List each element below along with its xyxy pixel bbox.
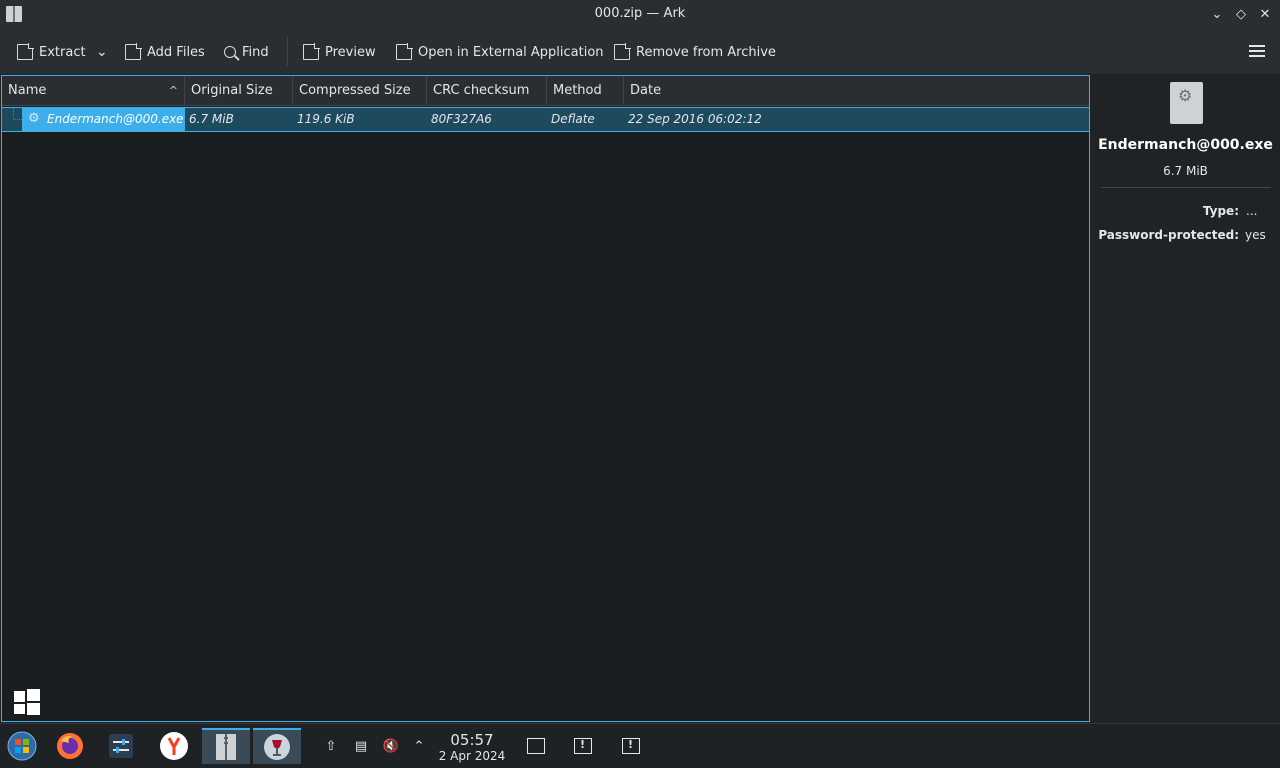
preview-label: Preview: [325, 44, 376, 60]
original-size-cell: 6.7 MiB: [189, 112, 234, 126]
extract-icon: [17, 43, 34, 60]
remove-label: Remove from Archive: [636, 44, 776, 60]
compressed-size-cell: 119.6 KiB: [297, 112, 355, 126]
yandex-browser-taskbar-button[interactable]: [156, 728, 192, 764]
toolbar: Extract ⌄ Add Files Find Preview Open in…: [0, 30, 1280, 74]
open-external-label: Open in External Application: [418, 44, 604, 60]
remove-from-archive-button[interactable]: Remove from Archive: [614, 38, 776, 66]
clock-time: 05:57: [450, 731, 494, 749]
table-header: Name ^ Original Size Compressed Size CRC…: [2, 76, 1089, 106]
info-password-value: yes: [1245, 228, 1266, 242]
clock-date: 2 Apr 2024: [438, 749, 506, 763]
extract-button[interactable]: Extract: [17, 38, 86, 66]
hamburger-menu-icon[interactable]: [1249, 45, 1265, 57]
clock[interactable]: 05:57 2 Apr 2024: [432, 731, 512, 764]
window-title: 000.zip — Ark: [594, 6, 686, 21]
find-label: Find: [242, 44, 269, 60]
info-password-label: Password-protected:: [1098, 228, 1239, 242]
date-cell: 22 Sep 2016 06:02:12: [628, 112, 762, 126]
preview-button[interactable]: Preview: [303, 38, 376, 66]
info-panel: Endermanch@000.exe 6.7 MiB Type: ... Pas…: [1091, 75, 1280, 722]
windows-logo-icon: [14, 689, 40, 715]
executable-file-icon: ⚙: [28, 111, 40, 126]
settings-sliders-icon: [109, 734, 133, 758]
update-notifier-icon[interactable]: ⇧: [322, 738, 340, 756]
yandex-icon: [160, 732, 188, 760]
wine-glass-icon: [264, 734, 290, 760]
executable-file-large-icon: [1170, 82, 1203, 124]
toolbar-separator: [287, 36, 288, 66]
start-button[interactable]: [4, 728, 40, 764]
notification-icon-2[interactable]: [622, 738, 640, 754]
add-files-button[interactable]: Add Files: [125, 38, 205, 66]
clipboard-icon[interactable]: ▤: [352, 738, 370, 756]
open-external-icon: [396, 43, 413, 60]
column-header-date[interactable]: Date: [624, 76, 1089, 106]
info-type-value: ...: [1246, 204, 1258, 218]
maximize-button[interactable]: ◇: [1231, 5, 1251, 25]
archive-file-list[interactable]: Name ^ Original Size Compressed Size CRC…: [1, 75, 1090, 722]
tree-branch-line: [13, 108, 22, 120]
add-file-icon: [125, 43, 142, 60]
preview-icon: [303, 43, 320, 60]
info-type-label: Type:: [1202, 204, 1239, 218]
title-bar: 000.zip — Ark ⌄ ◇ ✕: [0, 0, 1280, 30]
file-name-cell[interactable]: ⚙ Endermanch@000.exe: [22, 108, 185, 131]
remove-icon: [614, 43, 631, 60]
method-cell: Deflate: [551, 112, 595, 126]
chevron-up-icon[interactable]: ⌃: [410, 738, 428, 756]
firefox-icon: [57, 733, 83, 759]
ark-taskbar-button[interactable]: [202, 728, 250, 764]
table-row[interactable]: ⚙ Endermanch@000.exe 6.7 MiB 119.6 KiB 8…: [2, 107, 1089, 132]
find-button[interactable]: Find: [224, 38, 269, 66]
firefox-taskbar-button[interactable]: [52, 728, 88, 764]
sort-ascending-icon: ^: [168, 84, 178, 97]
system-settings-taskbar-button[interactable]: [103, 728, 139, 764]
notification-icon[interactable]: [574, 738, 592, 754]
minimize-button[interactable]: ⌄: [1207, 5, 1227, 25]
column-header-method[interactable]: Method: [547, 76, 624, 106]
column-header-original-size[interactable]: Original Size: [185, 76, 293, 106]
info-file-name: Endermanch@000.exe: [1098, 137, 1273, 153]
column-header-name[interactable]: Name ^: [2, 76, 185, 106]
taskbar: ⇧ ▤ 🔇 ⌃ 05:57 2 Apr 2024: [0, 723, 1280, 768]
show-desktop-icon[interactable]: [527, 738, 545, 754]
extract-dropdown-button[interactable]: ⌄: [96, 38, 108, 66]
column-header-crc[interactable]: CRC checksum: [427, 76, 547, 106]
volume-muted-icon[interactable]: 🔇: [382, 738, 400, 756]
chevron-down-icon: ⌄: [96, 44, 108, 60]
close-button[interactable]: ✕: [1255, 5, 1275, 25]
open-external-button[interactable]: Open in External Application: [396, 38, 604, 66]
search-icon: [224, 46, 236, 58]
add-files-label: Add Files: [147, 44, 205, 60]
extract-label: Extract: [39, 44, 86, 60]
info-file-size: 6.7 MiB: [1163, 164, 1208, 178]
ark-archive-icon: [216, 734, 236, 760]
crc-cell: 80F327A6: [431, 112, 492, 126]
info-divider: [1101, 187, 1271, 188]
wine-taskbar-button[interactable]: [253, 728, 301, 764]
column-header-compressed-size[interactable]: Compressed Size: [293, 76, 427, 106]
start-orb-icon: [7, 731, 37, 761]
